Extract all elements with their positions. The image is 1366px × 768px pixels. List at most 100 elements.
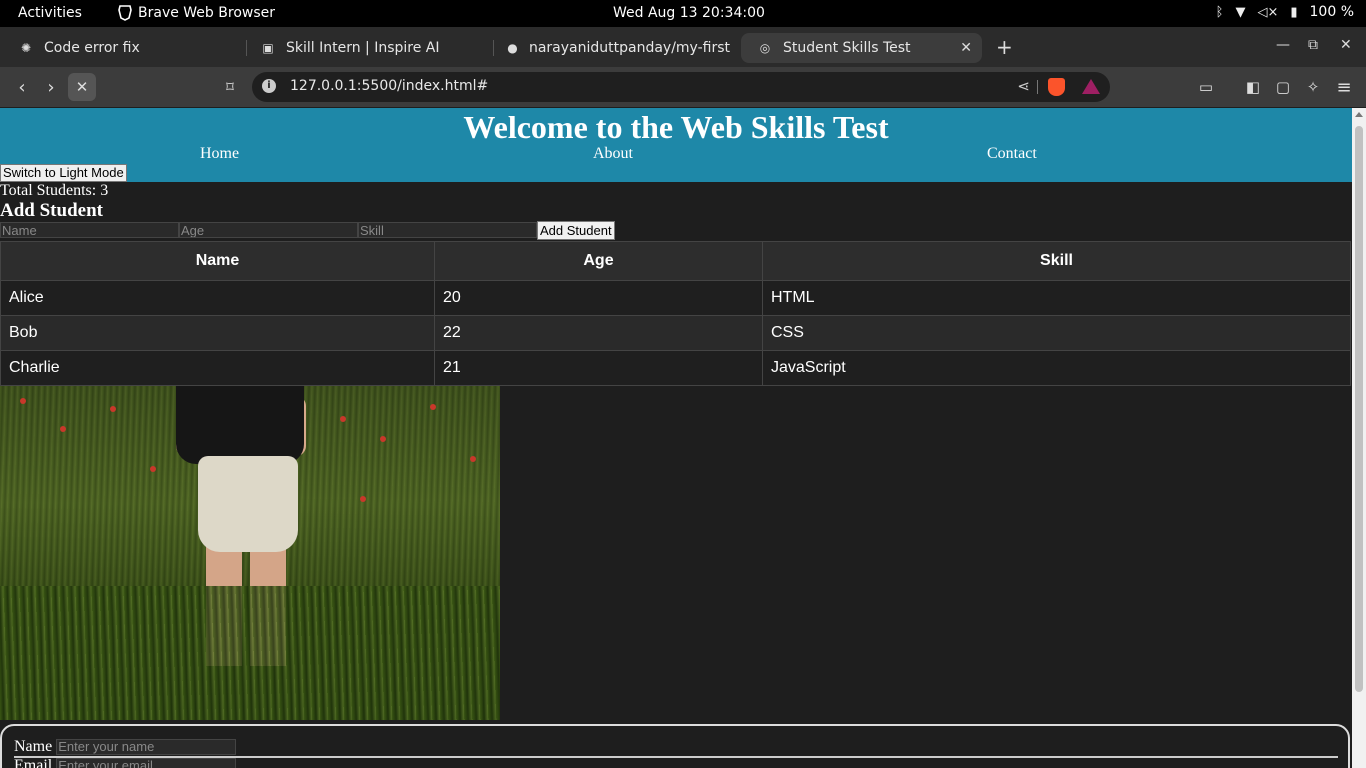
table-row: Charlie 21 JavaScript [0, 350, 1351, 386]
site-nav: Home About Contact [0, 145, 1352, 165]
tab-strip: ✺ Code error fix ▣ Skill Intern | Inspir… [0, 27, 1366, 67]
add-student-button[interactable]: Add Student [537, 221, 615, 240]
contact-form: Name Email [0, 724, 1350, 768]
scroll-up-arrow-icon[interactable] [1355, 112, 1363, 117]
github-icon: ● [507, 41, 518, 55]
close-tab-icon[interactable]: ✕ [960, 40, 972, 56]
page-title: Welcome to the Web Skills Test [463, 109, 889, 145]
contact-name-row: Name [14, 738, 1336, 755]
address-bar[interactable]: i 127.0.0.1:5500/index.html# ⋖ [252, 72, 1110, 102]
tab-title: Student Skills Test [783, 40, 911, 56]
add-student-heading: Add Student [0, 200, 103, 221]
wallet-icon[interactable]: ▢ [1271, 75, 1295, 99]
cell-skill: CSS [762, 315, 1351, 351]
add-student-form: Add Student [0, 221, 1352, 240]
site-icon: ▣ [262, 41, 274, 55]
app-menu[interactable]: Brave Web Browser [118, 5, 275, 21]
skill-input[interactable] [358, 222, 537, 238]
site-info-icon[interactable]: i [262, 79, 276, 93]
cell-skill: HTML [762, 280, 1351, 316]
poppy [110, 406, 116, 412]
poppy [470, 456, 476, 462]
stop-loading-button[interactable]: ✕ [68, 73, 96, 101]
cell-name: Bob [0, 315, 435, 351]
scrollbar-thumb[interactable] [1355, 126, 1363, 692]
address-divider [1037, 80, 1038, 94]
clock[interactable]: Wed Aug 13 20:34:00 [613, 5, 765, 21]
table-row: Alice 20 HTML [0, 280, 1351, 316]
system-top-bar: Activities Brave Web Browser Wed Aug 13 … [0, 0, 1366, 27]
column-header-skill: Skill [762, 241, 1351, 281]
contact-name-input[interactable] [56, 738, 237, 755]
nav-contact-link[interactable]: Contact [987, 145, 1037, 163]
nav-home-link[interactable]: Home [200, 145, 239, 163]
field-photo [0, 386, 500, 720]
leo-ai-icon[interactable]: ✧ [1301, 75, 1325, 99]
cell-age: 22 [434, 315, 763, 351]
tab-github[interactable]: ● narayaniduttpanday/my-first [490, 33, 730, 63]
system-tray[interactable]: ᛒ ▼ ◁× ▮ 100 % [1216, 4, 1354, 20]
battery-percent: 100 % [1309, 4, 1354, 20]
share-icon[interactable]: ⋖ [1017, 77, 1030, 95]
students-table: Name Age Skill Alice 20 HTML Bob 22 CSS … [0, 241, 1351, 386]
browser-toolbar: ‹ › ✕ ⌑ i 127.0.0.1:5500/index.html# ⋖ ▭… [0, 67, 1366, 107]
battery-icon: ▮ [1290, 4, 1298, 20]
name-input[interactable] [0, 222, 179, 238]
table-header-row: Name Age Skill [0, 241, 1351, 281]
maximize-button[interactable]: ⧉ [1308, 37, 1318, 53]
poppy [360, 496, 366, 502]
tab-title: Code error fix [44, 40, 140, 56]
menu-icon[interactable]: ≡ [1332, 75, 1356, 99]
sidebar-toggle-icon[interactable]: ◧ [1241, 75, 1265, 99]
brave-rewards-icon[interactable] [1082, 79, 1100, 94]
wifi-icon: ▼ [1235, 4, 1246, 20]
poppy [430, 404, 436, 410]
cell-name: Charlie [0, 350, 435, 386]
contact-email-label: Email [14, 756, 53, 768]
minimize-button[interactable]: — [1276, 37, 1290, 53]
site-header: Welcome to the Web Skills Test Home Abou… [0, 108, 1352, 182]
column-header-name: Name [0, 241, 435, 281]
contact-name-label: Name [14, 737, 53, 755]
tab-title: narayaniduttpanday/my-first [528, 40, 730, 56]
bookmark-icon[interactable]: ⌑ [218, 75, 242, 99]
globe-icon: ◎ [759, 41, 771, 55]
tab-skill-intern[interactable]: ▣ Skill Intern | Inspire AI [244, 33, 490, 63]
tab-title: Skill Intern | Inspire AI [286, 40, 440, 56]
table-row: Bob 22 CSS [0, 315, 1351, 351]
poppy [20, 398, 26, 404]
app-name-label: Brave Web Browser [138, 5, 275, 21]
nav-about-link[interactable]: About [593, 145, 633, 163]
new-tab-button[interactable]: + [996, 35, 1013, 59]
brave-shields-icon[interactable] [1048, 78, 1065, 96]
poppy [150, 466, 156, 472]
tab-code-error-fix[interactable]: ✺ Code error fix [2, 33, 242, 63]
contact-email-input[interactable] [56, 757, 237, 768]
web-page: Welcome to the Web Skills Test Home Abou… [0, 108, 1352, 768]
figure-shirt [176, 386, 304, 464]
figure-shorts [198, 456, 298, 552]
reader-mode-icon[interactable]: ▭ [1194, 75, 1218, 99]
theme-toggle-button[interactable]: Switch to Light Mode [0, 164, 127, 182]
poppy [340, 416, 346, 422]
column-header-age: Age [434, 241, 763, 281]
tab-student-skills-test[interactable]: ◎ Student Skills Test ✕ [741, 33, 982, 63]
page-scrollbar[interactable] [1352, 108, 1366, 768]
age-input[interactable] [179, 222, 358, 238]
url-text[interactable]: 127.0.0.1:5500/index.html# [290, 78, 488, 94]
back-button[interactable]: ‹ [10, 75, 34, 99]
forward-button[interactable]: › [39, 75, 63, 99]
cell-skill: JavaScript [762, 350, 1351, 386]
brave-lion-icon [118, 5, 132, 21]
cell-age: 21 [434, 350, 763, 386]
total-students: Total Students: 3 [0, 182, 109, 199]
activities-button[interactable]: Activities [18, 5, 82, 21]
form-divider [14, 756, 1338, 758]
contact-email-row: Email [14, 757, 1336, 768]
cell-name: Alice [0, 280, 435, 316]
volume-muted-icon: ◁× [1257, 4, 1279, 20]
foreground-grass [0, 586, 500, 720]
close-window-button[interactable]: ✕ [1340, 37, 1352, 53]
poppy [380, 436, 386, 442]
bluetooth-icon: ᛒ [1215, 4, 1224, 20]
